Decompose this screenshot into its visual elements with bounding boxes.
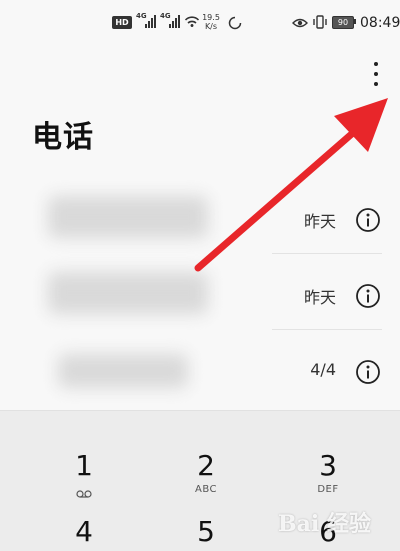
- dial-key-5[interactable]: 5: [146, 477, 266, 548]
- more-dot-icon: [374, 82, 378, 86]
- contact-name-blurred: [48, 272, 208, 314]
- call-details-button[interactable]: [354, 282, 382, 310]
- eye-comfort-icon: [292, 15, 308, 34]
- vibrate-icon: [312, 14, 328, 34]
- call-details-button[interactable]: [354, 358, 382, 386]
- dial-digit: 5: [197, 515, 215, 548]
- network-speed-unit: K/s: [204, 22, 218, 31]
- wifi-hotspot-icon: [184, 14, 200, 34]
- info-icon: [356, 360, 380, 384]
- info-icon: [356, 284, 380, 308]
- clock-time: 08:49: [360, 15, 400, 31]
- more-dot-icon: [374, 72, 378, 76]
- network-speed-value: 19.5: [202, 13, 220, 22]
- row-divider: [272, 329, 382, 330]
- call-date: 昨天: [303, 212, 336, 231]
- battery-icon: 90: [332, 16, 354, 29]
- call-details-button[interactable]: [354, 206, 382, 234]
- dial-key-4[interactable]: 4: [24, 477, 144, 548]
- call-log-item[interactable]: 昨天: [0, 180, 400, 254]
- hd-label: HD: [115, 18, 129, 27]
- contact-name-blurred: [58, 354, 188, 388]
- call-date: 4/4: [310, 360, 336, 379]
- dial-digit: 4: [75, 515, 93, 548]
- hd-voice-icon: HD: [112, 16, 132, 29]
- more-dot-icon: [374, 62, 378, 66]
- dial-key-2[interactable]: 2 ABC: [146, 411, 266, 495]
- call-log-item[interactable]: 4/4: [0, 332, 400, 406]
- sync-icon: [228, 15, 242, 34]
- battery-tip: [354, 19, 356, 24]
- phone-app-screen: HD 4G 4G 19.5 K/s 90 08:49 电话 昨天 昨天 4/4 …: [0, 0, 400, 551]
- info-icon: [356, 208, 380, 232]
- call-date: 昨天: [303, 288, 336, 307]
- page-title: 电话: [32, 120, 94, 155]
- dial-key-1[interactable]: 1: [24, 411, 144, 498]
- network-speed: 19.5 K/s: [200, 13, 222, 31]
- row-divider: [272, 253, 382, 254]
- battery-level: 90: [337, 18, 349, 27]
- baidu-jingyan-watermark: Bai 经验: [278, 511, 371, 537]
- status-bar: HD 4G 4G 19.5 K/s 90 08:49: [0, 0, 400, 46]
- contact-name-blurred: [48, 196, 208, 238]
- dial-key-3[interactable]: 3 DEF: [268, 411, 388, 495]
- call-log-list: 昨天 昨天 4/4: [0, 180, 400, 410]
- more-options-button[interactable]: [360, 56, 392, 92]
- call-log-item[interactable]: 昨天: [0, 256, 400, 330]
